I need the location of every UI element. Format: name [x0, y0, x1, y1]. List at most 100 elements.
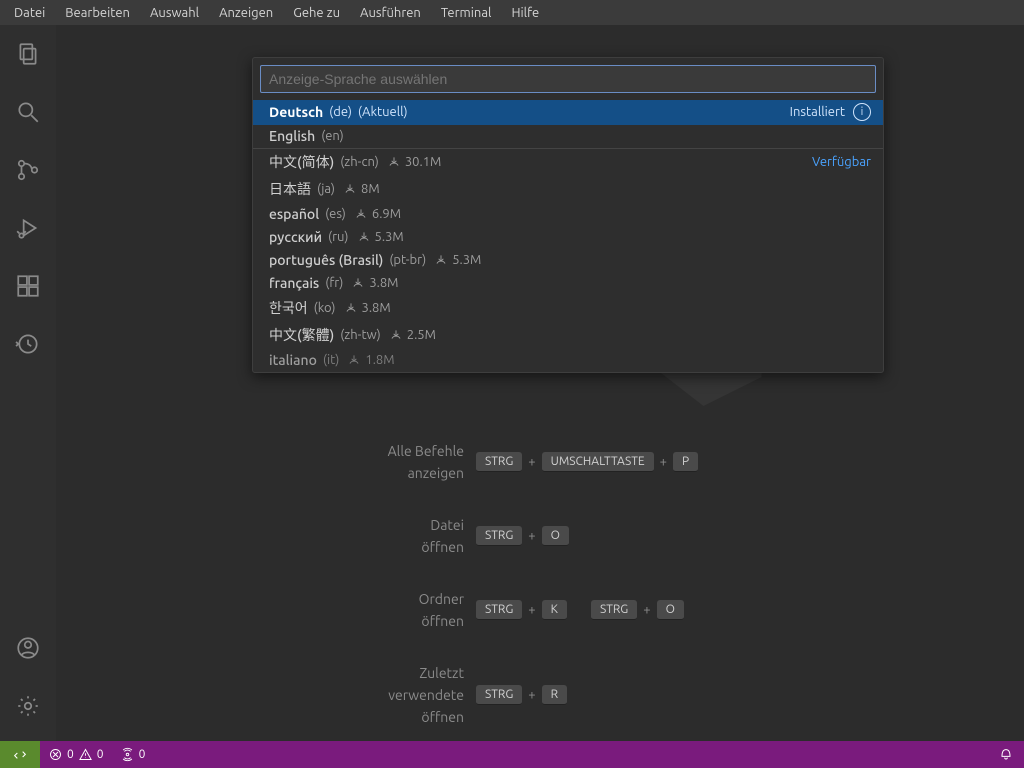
explorer-icon[interactable] [4, 30, 52, 78]
language-code: (en) [321, 129, 344, 143]
download-icon [387, 155, 401, 169]
language-name: 한국어 [269, 298, 308, 318]
download-icon [351, 276, 365, 290]
ports-count: 0 [139, 748, 146, 761]
account-icon[interactable] [4, 624, 52, 672]
language-option[interactable]: 日本語(ja)8M [253, 176, 883, 203]
language-option[interactable]: English (en) [253, 125, 883, 148]
welcome-shortcuts: Alle Befehle anzeigenSTRG+UMSCHALTTASTE+… [56, 440, 1024, 758]
download-count: 3.8M [362, 301, 391, 315]
language-code: (fr) [325, 276, 343, 290]
language-name: português (Brasil) [269, 252, 383, 268]
download-count: 30.1M [405, 155, 442, 169]
warning-count: 0 [97, 748, 104, 761]
language-option[interactable]: español (es) 6.9M [253, 203, 883, 226]
activity-bar [0, 25, 56, 741]
language-name: italiano [269, 352, 317, 368]
activity-bar-top [4, 25, 52, 373]
info-icon[interactable]: i [853, 103, 871, 121]
language-name: français [269, 275, 319, 291]
language-option[interactable]: français (fr) 3.8M [253, 272, 883, 295]
language-option[interactable]: 中文(简体) (zh-cn) 30.1M Verfügbar [253, 149, 883, 176]
language-code: (zh-cn) [340, 155, 379, 169]
language-option[interactable]: italiano(it)1.8M [253, 349, 883, 372]
editor-area: Alle Befehle anzeigenSTRG+UMSCHALTTASTE+… [56, 25, 1024, 741]
extensions-icon[interactable] [4, 262, 52, 310]
installed-badge: Installiert [790, 105, 845, 119]
language-code: (de) [329, 105, 352, 119]
status-bar: 0 0 0 [0, 741, 1024, 768]
download-icon [389, 328, 403, 342]
language-code: (ru) [328, 230, 349, 244]
status-ports[interactable]: 0 [112, 747, 154, 762]
keycap: STRG [476, 526, 522, 546]
search-icon[interactable] [4, 88, 52, 136]
run-debug-icon[interactable] [4, 204, 52, 252]
language-name: Deutsch [269, 104, 323, 120]
language-current-marker: (Aktuell) [358, 105, 408, 119]
language-code: (es) [325, 207, 346, 221]
download-count: 6.9M [372, 207, 401, 221]
download-icon [354, 207, 368, 221]
shortcut-keys: STRG+KSTRG+O [476, 600, 684, 620]
shortcut-label: Ordner öffnen [56, 588, 476, 632]
language-name: English [269, 128, 315, 144]
download-count: 2.5M [407, 328, 436, 342]
keycap: STRG [476, 685, 522, 705]
keycap: K [542, 600, 567, 620]
remote-indicator[interactable] [0, 741, 40, 768]
menu-gehe zu[interactable]: Gehe zu [283, 2, 350, 24]
language-option[interactable]: português (Brasil)(pt-br)5.3M [253, 249, 883, 272]
source-control-icon[interactable] [4, 146, 52, 194]
download-icon [357, 230, 371, 244]
status-notifications[interactable] [998, 745, 1024, 764]
keycap: UMSCHALTTASTE [542, 452, 654, 472]
language-code: (ja) [317, 182, 335, 196]
menu-bar: DateiBearbeitenAuswahlAnzeigenGehe zuAus… [0, 0, 1024, 25]
keycap: STRG [476, 600, 522, 620]
shortcut-hint: Ordner öffnenSTRG+KSTRG+O [56, 588, 1024, 632]
keycap: STRG [591, 600, 637, 620]
menu-auswahl[interactable]: Auswahl [140, 2, 209, 24]
download-count: 1.8M [365, 353, 394, 367]
available-label: Verfügbar [812, 155, 871, 169]
menu-terminal[interactable]: Terminal [431, 2, 502, 24]
language-name: русский [269, 229, 322, 245]
shortcut-keys: STRG+R [476, 685, 567, 705]
language-picker-input[interactable] [260, 65, 876, 93]
download-icon [343, 182, 357, 196]
language-picker: Deutsch (de) (Aktuell) Installiert i English… [252, 57, 884, 373]
language-picker-list[interactable]: Deutsch (de) (Aktuell) Installiert i English… [253, 100, 883, 372]
menu-datei[interactable]: Datei [4, 2, 55, 24]
menu-anzeigen[interactable]: Anzeigen [209, 2, 283, 24]
menu-ausführen[interactable]: Ausführen [350, 2, 431, 24]
shortcut-label: Datei öffnen [56, 514, 476, 558]
menu-hilfe[interactable]: Hilfe [501, 2, 549, 24]
keycap: O [542, 526, 569, 546]
language-name: español [269, 206, 319, 222]
shortcut-hint: Alle Befehle anzeigenSTRG+UMSCHALTTASTE+… [56, 440, 1024, 484]
keycap: P [673, 452, 698, 472]
download-count: 8M [361, 182, 380, 196]
shortcut-label: Zuletzt verwendete öffnen [56, 662, 476, 728]
language-code: (zh-tw) [340, 328, 381, 342]
shortcut-hint: Zuletzt verwendete öffnenSTRG+R [56, 662, 1024, 728]
language-option[interactable]: 한국어(ko)3.8M [253, 295, 883, 322]
activity-bar-bottom [4, 619, 52, 735]
download-icon [347, 353, 361, 367]
language-option[interactable]: 中文(繁體) (zh-tw) 2.5M [253, 322, 883, 349]
shortcut-keys: STRG+UMSCHALTTASTE+P [476, 452, 698, 472]
status-problems[interactable]: 0 0 [40, 747, 112, 762]
language-name: 中文(简体) [269, 152, 334, 172]
keycap: R [542, 685, 568, 705]
shortcut-hint: Datei öffnenSTRG+O [56, 514, 1024, 558]
keycap: O [657, 600, 684, 620]
settings-gear-icon[interactable] [4, 682, 52, 730]
menu-bearbeiten[interactable]: Bearbeiten [55, 2, 140, 24]
language-option[interactable]: Deutsch (de) (Aktuell) Installiert i [253, 100, 883, 125]
language-name: 中文(繁體) [269, 325, 334, 345]
download-count: 3.8M [369, 276, 398, 290]
language-option[interactable]: русский (ru) 5.3M [253, 226, 883, 249]
history-icon[interactable] [4, 320, 52, 368]
download-count: 5.3M [375, 230, 404, 244]
